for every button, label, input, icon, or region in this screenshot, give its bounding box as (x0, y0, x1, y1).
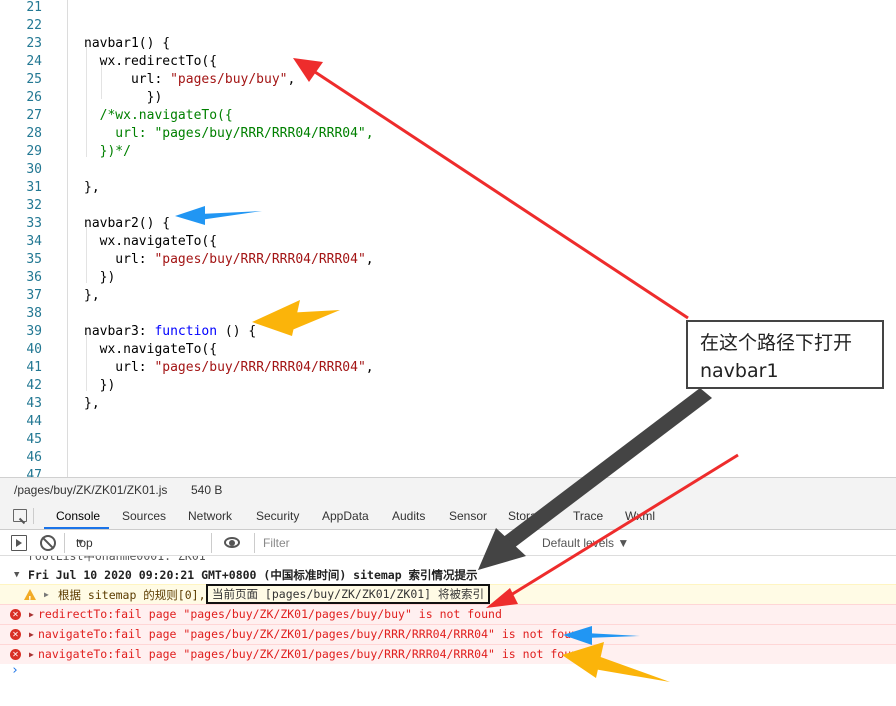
line-number: 26 (26, 90, 42, 105)
clear-console-icon[interactable] (40, 535, 56, 551)
line-number: 36 (26, 270, 42, 285)
line-number: 38 (26, 306, 42, 321)
code-text: })*/ (84, 144, 131, 159)
error-message: navigateTo:fail page "pages/buy/ZK/ZK01/… (38, 647, 585, 661)
code-text: navbar1() { (84, 36, 171, 51)
tab-appdata[interactable]: AppData (322, 509, 369, 523)
code-text: wx.navigateTo({ (84, 234, 218, 249)
line-number: 42 (26, 378, 42, 393)
code-text: /*wx.navigateTo({ (84, 108, 233, 123)
tab-security[interactable]: Security (256, 509, 299, 523)
code-text: }, (84, 288, 100, 303)
context-select[interactable]: top ▼ (64, 533, 212, 553)
error-message: redirectTo:fail page "pages/buy/ZK/ZK01/… (38, 607, 502, 621)
line-number: 28 (26, 126, 42, 141)
console-output: rootList中onanme0001: ZK01 ▼ Fri Jul 10 2… (0, 556, 896, 706)
line-number: 46 (26, 450, 42, 465)
error-icon: ✕ (10, 609, 21, 620)
file-info-bar: /pages/buy/ZK/ZK01/ZK01.js 540 B (0, 477, 896, 502)
code-text: url: "pages/buy/RRR/RRR04/RRR04", (84, 360, 374, 375)
divider (33, 508, 34, 524)
group-title: Fri Jul 10 2020 09:20:21 GMT+0800 (中国标准时… (28, 568, 478, 582)
live-expression-eye-icon[interactable] (224, 537, 240, 548)
warning-text: 根据 sitemap 的规则[0], (58, 588, 206, 602)
expand-triangle-icon[interactable]: ▶ (44, 585, 49, 605)
console-error[interactable]: ✕ ▶ navigateTo:fail page "pages/buy/ZK/Z… (0, 624, 896, 644)
tab-storage[interactable]: Storage (508, 509, 550, 523)
line-number: 45 (26, 432, 42, 447)
filter-input[interactable] (254, 533, 530, 553)
line-number: 40 (26, 342, 42, 357)
line-number: 43 (26, 396, 42, 411)
devtools-tab-bar: Console Sources Network Security AppData… (0, 502, 896, 530)
line-number: 27 (26, 108, 42, 123)
error-message: navigateTo:fail page "pages/buy/ZK/ZK01/… (38, 627, 585, 641)
console-error[interactable]: ✕ ▶ redirectTo:fail page "pages/buy/ZK/Z… (0, 604, 896, 624)
line-number: 33 (26, 216, 42, 231)
console-warning[interactable]: ▶ 根据 sitemap 的规则[0], 当前页面 [pages/buy/ZK/… (0, 584, 896, 610)
line-number: 30 (26, 162, 42, 177)
error-icon: ✕ (10, 629, 21, 640)
line-number: 23 (26, 36, 42, 51)
annotation-callout: 在这个路径下打开 navbar1 (686, 320, 884, 389)
expand-triangle-icon[interactable]: ▶ (29, 645, 34, 664)
warning-icon (24, 589, 36, 610)
code-text: }, (84, 396, 100, 411)
console-prompt[interactable]: › (11, 663, 19, 678)
line-number: 44 (26, 414, 42, 429)
code-text: url: "pages/buy/RRR/RRR04/RRR04", (84, 126, 374, 141)
line-number: 39 (26, 324, 42, 339)
code-text: url: "pages/buy/buy", (84, 72, 296, 87)
code-text: }) (84, 90, 163, 105)
line-number: 32 (26, 198, 42, 213)
code-text: wx.navigateTo({ (84, 342, 218, 357)
line-number: 25 (26, 72, 42, 87)
expand-triangle-icon[interactable]: ▼ (14, 566, 19, 584)
line-number: 29 (26, 144, 42, 159)
tab-wxml[interactable]: Wxml (625, 509, 655, 523)
code-text: }) (84, 270, 116, 285)
expand-triangle-icon[interactable]: ▶ (29, 625, 34, 644)
line-number: 41 (26, 360, 42, 375)
active-tab-indicator (44, 527, 109, 529)
line-number: 47 (26, 468, 42, 477)
code-text: navbar2() { (84, 216, 171, 231)
line-number: 21 (26, 0, 42, 15)
file-size: 540 B (191, 483, 223, 497)
expand-triangle-icon[interactable]: ▶ (29, 605, 34, 624)
tab-sensor[interactable]: Sensor (449, 509, 487, 523)
tab-trace[interactable]: Trace (573, 509, 603, 523)
line-number: 24 (26, 54, 42, 69)
chevron-down-icon: ▼ (76, 537, 85, 547)
line-number: 31 (26, 180, 42, 195)
code-text: wx.redirectTo({ (84, 54, 218, 69)
console-toolbar: top ▼ Default levels ▼ (0, 530, 896, 556)
console-group-header[interactable]: ▼ Fri Jul 10 2020 09:20:21 GMT+0800 (中国标… (0, 566, 896, 584)
code-text: }, (84, 180, 100, 195)
code-text: url: "pages/buy/RRR/RRR04/RRR04", (84, 252, 374, 267)
warning-highlighted-text: 当前页面 [pages/buy/ZK/ZK01/ZK01] 将被索引 (206, 584, 491, 604)
tab-console[interactable]: Console (56, 509, 100, 523)
code-text: }) (84, 378, 116, 393)
line-number: 37 (26, 288, 42, 303)
file-path: /pages/buy/ZK/ZK01/ZK01.js (14, 483, 168, 497)
tab-network[interactable]: Network (188, 509, 232, 523)
tab-sources[interactable]: Sources (122, 509, 166, 523)
console-error[interactable]: ✕ ▶ navigateTo:fail page "pages/buy/ZK/Z… (0, 644, 896, 664)
inspect-element-icon[interactable] (13, 509, 27, 522)
line-number: 22 (26, 18, 42, 33)
error-icon: ✕ (10, 649, 21, 660)
console-message-partial: rootList中onanme0001: ZK01 (28, 556, 206, 563)
code-editor[interactable]: 21 22 23 navbar1() { 24 wx.redirectTo({ 25 ur… (0, 0, 896, 477)
line-number: 34 (26, 234, 42, 249)
code-text: navbar3: function () { (84, 324, 257, 339)
line-number: 35 (26, 252, 42, 267)
tab-audits[interactable]: Audits (392, 509, 425, 523)
show-sidebar-icon[interactable] (11, 535, 27, 551)
log-levels-dropdown[interactable]: Default levels ▼ (542, 536, 629, 550)
callout-text: 在这个路径下打开 navbar1 (700, 332, 853, 382)
